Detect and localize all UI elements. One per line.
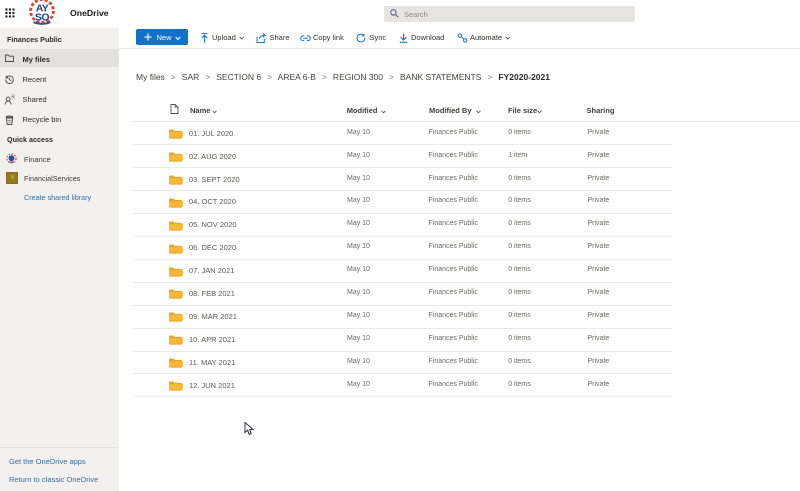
- svg-text:R: R: [11, 94, 15, 100]
- svg-text:SO: SO: [35, 11, 50, 23]
